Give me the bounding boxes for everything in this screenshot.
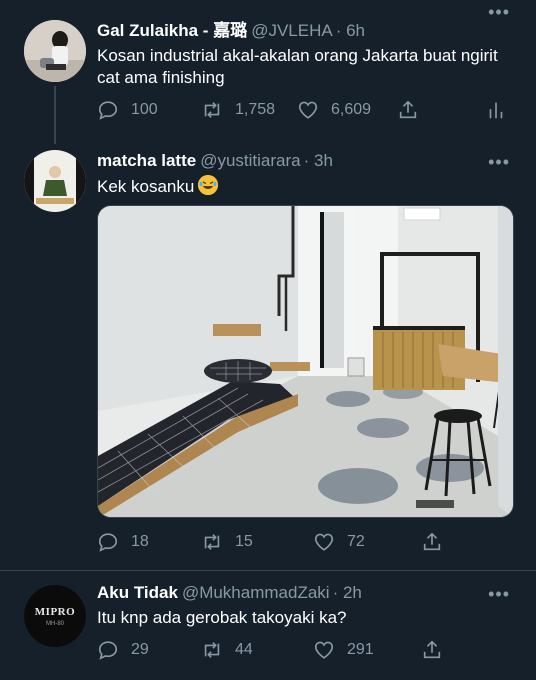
avatar-photo [24, 150, 86, 212]
retweet-button[interactable]: 44 [201, 639, 253, 661]
avatar[interactable] [24, 20, 86, 82]
like-count: 291 [347, 641, 374, 658]
tweet-3[interactable]: MIPRO MH-80 Aku Tidak @MukhammadZaki · 2h … [0, 582, 536, 680]
tweet-2[interactable]: matcha latte @yustitiarara · 3h ••• Kek ko… [0, 140, 536, 570]
timestamp[interactable]: · 2h [333, 583, 362, 602]
heart-icon [298, 101, 318, 119]
reply-button[interactable]: 29 [97, 639, 149, 661]
retweet-count: 1,758 [235, 101, 276, 118]
share-icon [423, 640, 441, 659]
share-icon [399, 100, 417, 119]
like-button[interactable]: 6,609 [297, 99, 371, 121]
user-handle[interactable]: @JVLEHA [251, 21, 333, 40]
user-handle[interactable]: @yustitiarara [200, 151, 300, 170]
display-name[interactable]: matcha latte [97, 151, 196, 170]
reply-icon [98, 101, 118, 120]
like-count: 6,609 [331, 101, 372, 118]
thread-line [54, 86, 56, 140]
retweet-icon [204, 102, 220, 118]
heart-icon [314, 533, 334, 551]
display-name[interactable]: Aku Tidak [97, 583, 178, 602]
more-options-icon[interactable]: ••• [488, 152, 510, 173]
tweet-text-content: Kek kosanku [97, 177, 195, 196]
tweet-text: Kosan industrial akal-akalan orang Jakar… [97, 46, 498, 87]
display-name[interactable]: Gal Zulaikha - 嘉璐 [97, 21, 247, 40]
reply-icon [98, 533, 118, 552]
tweet-header: Aku Tidak @MukhammadZaki · 2h [97, 582, 362, 604]
reply-button[interactable]: 18 [97, 531, 149, 553]
action-bar: 100 1,758 6,609 [97, 99, 512, 125]
like-count: 72 [347, 533, 365, 550]
room-photo [98, 206, 513, 517]
share-icon [423, 532, 441, 551]
tweet-image[interactable] [97, 205, 514, 518]
avatar-photo [24, 20, 86, 82]
reply-count: 18 [131, 533, 149, 550]
tweet-text: Itu knp ada gerobak takoyaki ka? [97, 608, 347, 627]
like-button[interactable]: 291 [313, 639, 374, 661]
reply-count: 29 [131, 641, 149, 658]
timestamp[interactable]: · 3h [304, 151, 333, 170]
more-options-icon[interactable]: ••• [488, 584, 510, 605]
retweet-count: 44 [235, 641, 253, 658]
divider [0, 570, 536, 571]
heart-icon [314, 641, 334, 659]
retweet-icon [204, 642, 220, 658]
share-button[interactable] [421, 531, 455, 553]
tweet-header: Gal Zulaikha - 嘉璐 @JVLEHA · 6h [97, 20, 365, 42]
like-button[interactable]: 72 [313, 531, 365, 553]
tweet-text: Kek kosanku [97, 175, 512, 198]
avatar-logo-text: MIPRO [34, 605, 76, 618]
action-bar: 29 44 291 [97, 639, 512, 665]
tweet-1[interactable]: Gal Zulaikha - 嘉璐 @JVLEHA · 6h ••• Kosan i… [0, 0, 536, 140]
user-handle[interactable]: @MukhammadZaki [182, 583, 330, 602]
analytics-button[interactable] [485, 99, 519, 121]
retweet-button[interactable]: 1,758 [201, 99, 275, 121]
avatar[interactable]: MIPRO MH-80 [24, 585, 86, 647]
retweet-icon [204, 534, 220, 550]
retweet-button[interactable]: 15 [201, 531, 253, 553]
thread-line-top [54, 140, 56, 144]
avatar[interactable] [24, 150, 86, 212]
reply-button[interactable]: 100 [97, 99, 158, 121]
share-button[interactable] [397, 99, 431, 121]
analytics-icon [489, 102, 503, 119]
timestamp[interactable]: · 6h [336, 21, 365, 40]
rofl-emoji-icon [198, 175, 219, 195]
action-bar: 18 15 72 [97, 531, 512, 557]
reply-count: 100 [131, 101, 158, 118]
avatar-logo-subtext: MH-80 [45, 620, 64, 627]
share-button[interactable] [421, 639, 455, 661]
tweet-header: matcha latte @yustitiarara · 3h [97, 150, 333, 172]
more-options-icon[interactable]: ••• [488, 2, 510, 23]
retweet-count: 15 [235, 533, 253, 550]
reply-icon [98, 641, 118, 660]
